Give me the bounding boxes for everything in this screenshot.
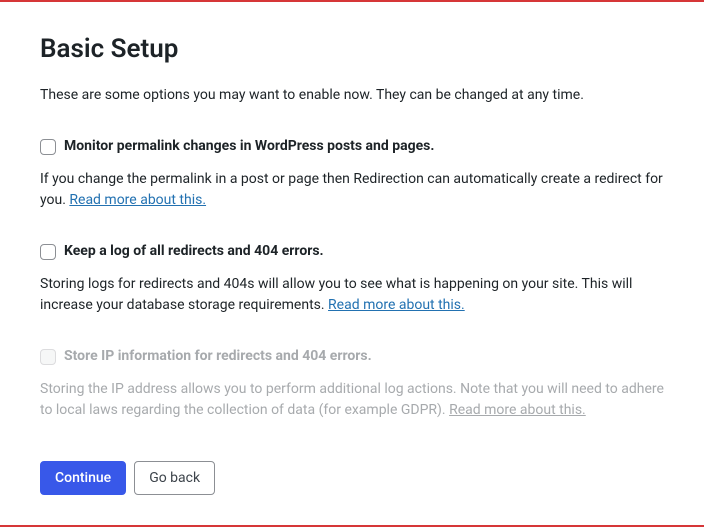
checkbox-monitor-permalinks[interactable]: [40, 139, 56, 155]
button-row: Continue Go back: [40, 461, 664, 495]
page-title: Basic Setup: [40, 30, 664, 69]
go-back-button[interactable]: Go back: [134, 461, 215, 495]
option-monitor-permalinks: Monitor permalink changes in WordPress p…: [40, 136, 664, 211]
option-description: Storing logs for redirects and 404s will…: [40, 274, 664, 316]
option-keep-log: Keep a log of all redirects and 404 erro…: [40, 241, 664, 316]
option-label: Store IP information for redirects and 4…: [64, 346, 372, 367]
option-label: Monitor permalink changes in WordPress p…: [64, 136, 434, 157]
option-store-ip: Store IP information for redirects and 4…: [40, 346, 664, 421]
read-more-link[interactable]: Read more about this.: [328, 297, 465, 313]
continue-button[interactable]: Continue: [40, 461, 126, 495]
checkbox-store-ip: [40, 349, 56, 365]
checkbox-keep-log[interactable]: [40, 244, 56, 260]
read-more-link[interactable]: Read more about this.: [69, 192, 206, 208]
intro-text: These are some options you may want to e…: [40, 85, 664, 106]
option-header: Store IP information for redirects and 4…: [40, 346, 664, 367]
setup-panel: Basic Setup These are some options you m…: [0, 0, 704, 527]
option-description: If you change the permalink in a post or…: [40, 169, 664, 211]
option-header[interactable]: Keep a log of all redirects and 404 erro…: [40, 241, 664, 262]
option-description: Storing the IP address allows you to per…: [40, 379, 664, 421]
option-header[interactable]: Monitor permalink changes in WordPress p…: [40, 136, 664, 157]
option-label: Keep a log of all redirects and 404 erro…: [64, 241, 324, 262]
read-more-link: Read more about this.: [449, 402, 586, 418]
